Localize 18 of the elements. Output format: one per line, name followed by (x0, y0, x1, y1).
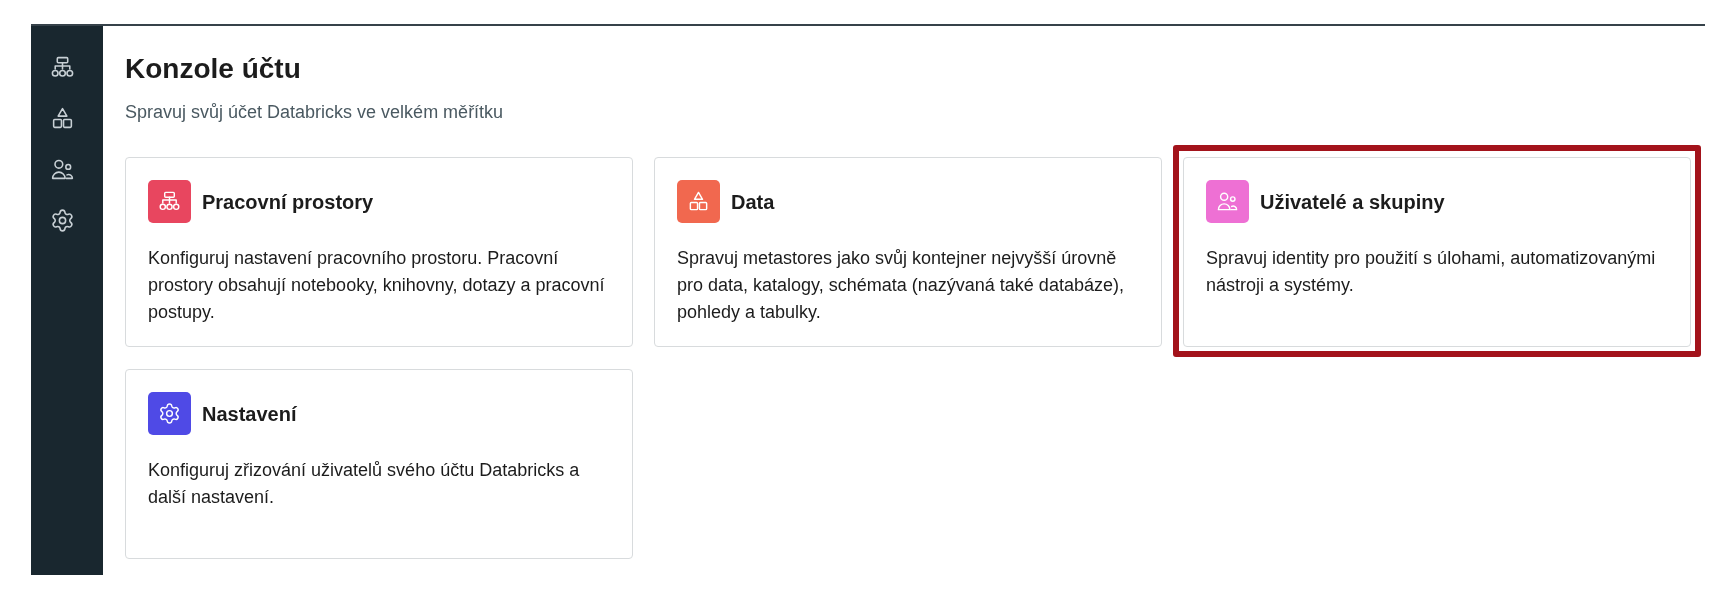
card[interactable]: Uživatelé a skupiny Spravuj identity pro použití s úlohami, automatizovanými nástroji a systémy. (1183, 157, 1691, 347)
card-title: Pracovní prostory (202, 189, 374, 215)
card[interactable]: Nastavení Konfiguruj zřizování uživatelů svého účtu Databricks a další nastavení. (125, 369, 633, 559)
card-title: Nastavení (202, 401, 297, 427)
page-subtitle: Spravuj svůj účet Databricks ve velkém měřítku (125, 101, 505, 124)
card-description: Konfiguruj zřizování uživatelů svého účtu Databricks a další nastavení. (148, 459, 581, 509)
settings-icon[interactable] (50, 208, 75, 233)
card-description: Spravuj metastores jako svůj kontejner nejvyšší úrovně pro data, katalogy, schémata (nazývaná také databáze), pohledy a tabulky. (677, 247, 1125, 324)
users-icon[interactable] (50, 157, 75, 182)
card-description: Spravuj identity pro použití s úlohami, automatizovanými nástroji a systémy. (1206, 247, 1657, 297)
sitemap-icon[interactable] (50, 55, 75, 80)
card-description: Konfiguruj nastavení pracovního prostoru. Pracovní prostory obsahují notebooky, knihovny, dotazy a pracovní postupy. (148, 247, 606, 324)
card[interactable]: Pracovní prostory Konfiguruj nastavení pracovního prostoru. Pracovní prostory obsahují notebooky, knihovny, dotazy a pracovní postupy. (125, 157, 633, 347)
card-title: Data (731, 189, 775, 215)
card-title: Uživatelé a skupiny (1260, 189, 1445, 215)
page-title: Konzole účtu (125, 52, 302, 86)
card[interactable]: Data Spravuj metastores jako svůj kontejner nejvyšší úrovně pro data, katalogy, schémata (nazývaná také databáze), pohledy a tabulky. (654, 157, 1162, 347)
shapes-icon[interactable] (50, 106, 75, 131)
